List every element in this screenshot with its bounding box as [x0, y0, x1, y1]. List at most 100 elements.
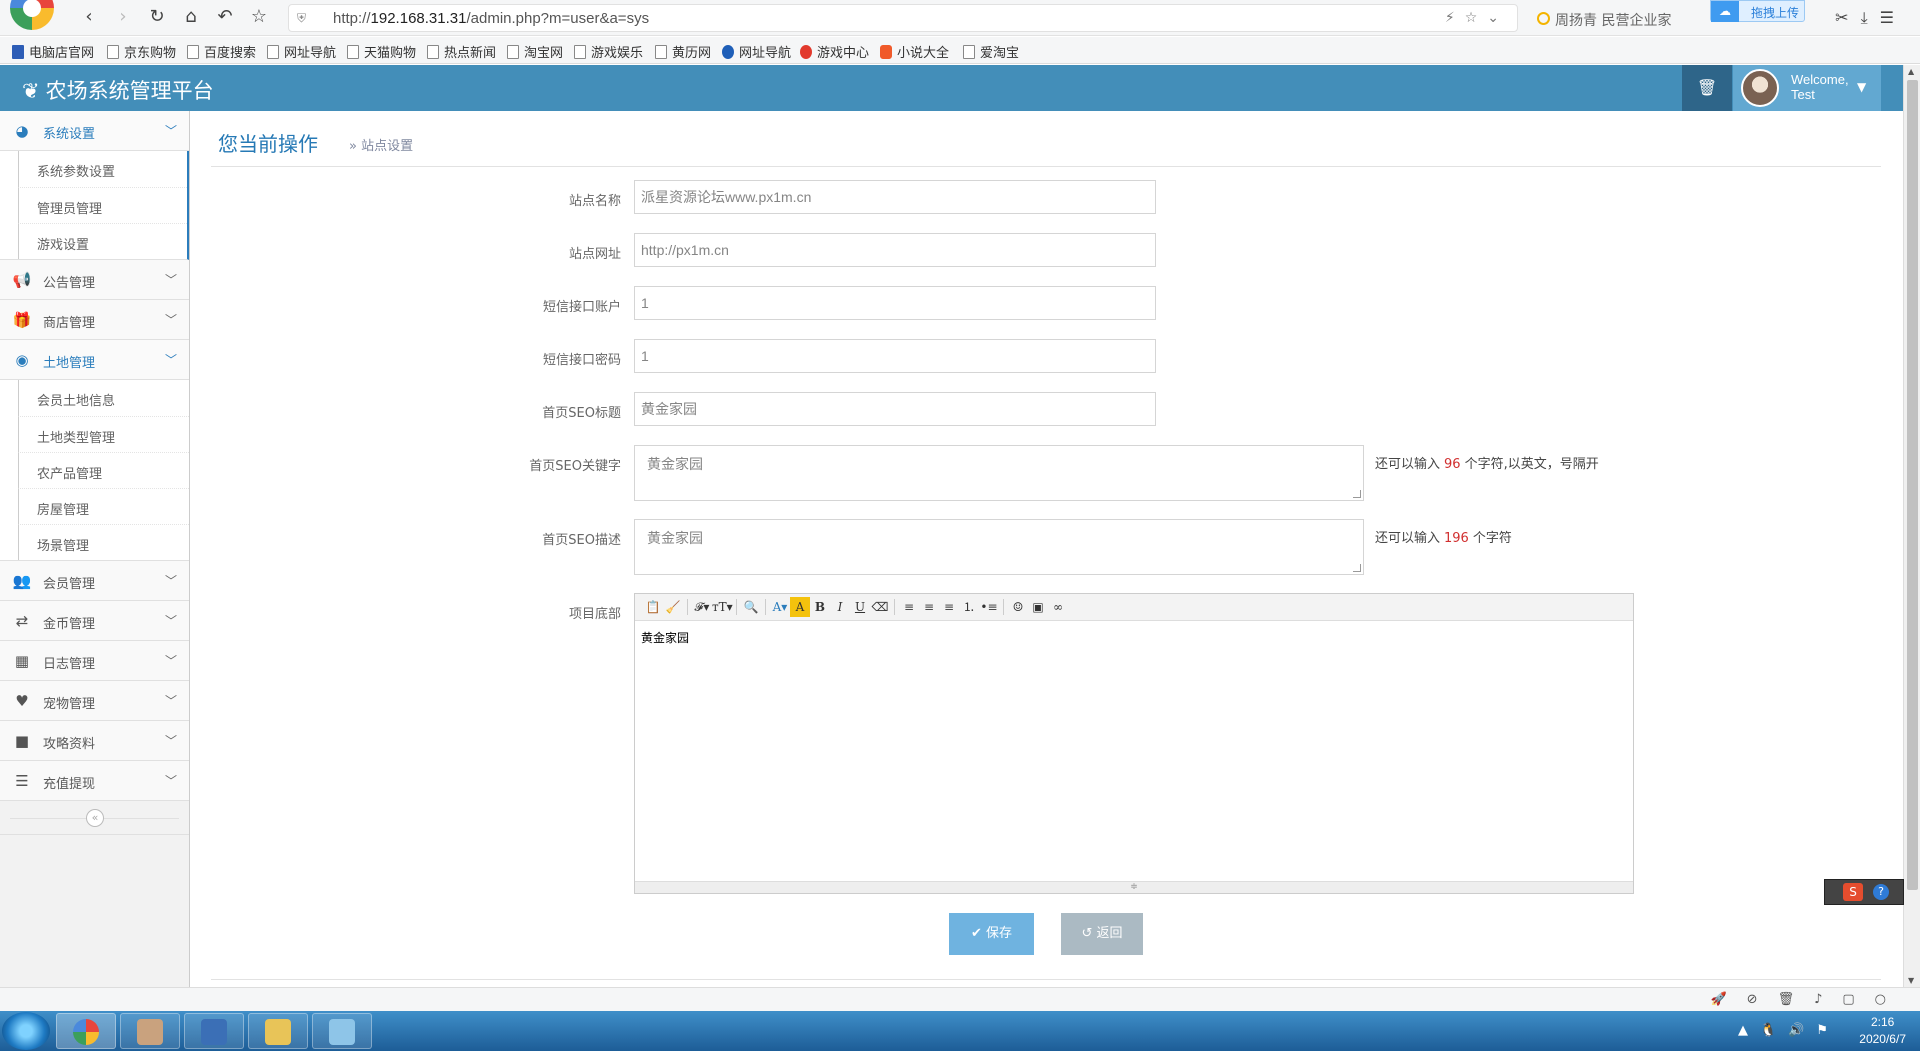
bookmark-item[interactable]: 网址导航	[722, 42, 791, 61]
site-name-input[interactable]	[634, 180, 1156, 214]
sidebar-subitem[interactable]: 农产品管理	[18, 452, 189, 488]
underline-icon[interactable]: U	[850, 597, 870, 617]
sms-password-input[interactable]	[634, 339, 1156, 373]
app-title[interactable]: ❦ 农场系统管理平台	[22, 75, 214, 105]
link-icon[interactable]: ∞	[1048, 597, 1068, 617]
font-size-icon[interactable]: ᴛT▾	[712, 597, 733, 617]
clear-format-icon[interactable]: 🧹	[663, 597, 683, 617]
resize-grip-icon[interactable]	[1353, 490, 1361, 498]
sidebar-subitem[interactable]: 游戏设置	[18, 223, 187, 259]
taskbar-app-explorer[interactable]	[248, 1013, 308, 1049]
browser-tools[interactable]: ✂⤓☰	[1835, 8, 1906, 28]
save-button[interactable]: ✔ 保存	[949, 913, 1034, 955]
sidebar-item-system-settings[interactable]: ◕ 系统设置 ﹀	[0, 111, 189, 151]
sidebar-item-land[interactable]: ◉ 土地管理 ﹀	[0, 340, 189, 380]
double-chevron-left-icon[interactable]: «	[86, 809, 104, 827]
taskbar-app-user[interactable]	[120, 1013, 180, 1049]
trash-icon[interactable]: 🗑	[1682, 65, 1732, 111]
scroll-up-icon[interactable]: ▲	[1908, 67, 1914, 76]
seo-description-textarea[interactable]: 黄金家园	[634, 519, 1364, 575]
sms-account-input[interactable]	[634, 286, 1156, 320]
ordered-list-icon[interactable]: ⒈	[959, 597, 979, 617]
back-arrow-icon[interactable]: ‹	[78, 6, 100, 28]
sms-password-label: 短信接口密码	[542, 353, 621, 368]
sidebar-item-recharge[interactable]: ☰ 充值提现 ﹀	[0, 761, 189, 801]
bookmark-item[interactable]: 天猫购物	[347, 42, 416, 61]
font-family-icon[interactable]: 𝓕▾	[692, 597, 712, 617]
bold-icon[interactable]: B	[810, 597, 830, 617]
highlight-icon[interactable]: A	[790, 597, 810, 617]
address-bar[interactable]: ⛨ http://192.168.31.31/admin.php?m=user&…	[288, 4, 1518, 32]
align-left-icon[interactable]: ≡	[899, 597, 919, 617]
italic-icon[interactable]: I	[830, 597, 850, 617]
bookmark-item[interactable]: 电脑店官网	[12, 42, 94, 61]
sidebar-item-label: 日志管理	[43, 657, 96, 672]
scroll-down-icon[interactable]: ▼	[1908, 976, 1914, 985]
sidebar-subitem[interactable]: 场景管理	[18, 524, 189, 560]
sidebar-item-coins[interactable]: ⇄ 金币管理 ﹀	[0, 601, 189, 641]
home-icon[interactable]: ⌂	[180, 6, 202, 28]
address-actions[interactable]: ⚡☆⌄	[1445, 10, 1509, 26]
bookmark-item[interactable]: 黄历网	[655, 42, 711, 61]
sidebar-item-shop[interactable]: 🎁 商店管理 ﹀	[0, 300, 189, 340]
eraser-icon[interactable]: ⌫	[870, 597, 890, 617]
chevron-down-icon: ﹀	[164, 353, 177, 367]
sidebar-item-logs[interactable]: ▦ 日志管理 ﹀	[0, 641, 189, 681]
sidebar-subitem[interactable]: 会员土地信息	[18, 380, 189, 416]
sidebar-item-members[interactable]: 👥 会员管理 ﹀	[0, 561, 189, 601]
bookmark-item[interactable]: 淘宝网	[507, 42, 563, 61]
sidebar-subitem[interactable]: 管理员管理	[18, 187, 187, 223]
sidebar-item-announcements[interactable]: 📢 公告管理 ﹀	[0, 260, 189, 300]
clock[interactable]: 2:16 2020/6/7	[1859, 1014, 1906, 1048]
editor-content[interactable]: 黄金家园	[635, 621, 1633, 881]
breadcrumb: 您当前操作 » 站点设置	[211, 111, 1881, 167]
upload-badge[interactable]: ☁ 拖拽上传	[1710, 0, 1805, 22]
bookmark-item[interactable]: 小说大全	[880, 42, 949, 61]
undo-icon[interactable]: ↶	[214, 6, 236, 28]
site-url-input[interactable]	[634, 233, 1156, 267]
star-icon[interactable]: ☆	[248, 6, 270, 28]
align-right-icon[interactable]: ≡	[939, 597, 959, 617]
bookmark-item[interactable]: 游戏娱乐	[574, 42, 643, 61]
browser-search-box[interactable]: 周扬青 民营企业家	[1525, 4, 1725, 32]
align-center-icon[interactable]: ≡	[919, 597, 939, 617]
unordered-list-icon[interactable]: •≡	[979, 597, 999, 617]
taskbar-browser[interactable]	[56, 1013, 116, 1049]
resize-grip-icon[interactable]	[1353, 564, 1361, 572]
sidebar-item-guides[interactable]: ■ 攻略资料 ﹀	[0, 721, 189, 761]
taskbar-app-computer[interactable]	[184, 1013, 244, 1049]
submenu-land: 会员土地信息 土地类型管理 农产品管理 房屋管理 场景管理	[0, 380, 189, 561]
bookmark-item[interactable]: 热点新闻	[427, 42, 496, 61]
seo-keywords-textarea[interactable]: 黄金家园	[634, 445, 1364, 501]
sidebar-item-label: 金币管理	[43, 617, 96, 632]
bookmark-item[interactable]: 百度搜索	[187, 42, 256, 61]
sidebar-subitem[interactable]: 房屋管理	[18, 488, 189, 524]
bookmark-item[interactable]: 网址导航	[267, 42, 336, 61]
bookmark-item[interactable]: 游戏中心	[800, 42, 869, 61]
start-button[interactable]	[2, 1012, 50, 1050]
page-scrollbar[interactable]: ▲ ▼	[1903, 65, 1920, 987]
forward-arrow-icon[interactable]: ›	[112, 6, 134, 28]
system-tray[interactable]: ▲🐧🔊⚑	[1738, 1023, 1840, 1038]
back-button[interactable]: ↺ 返回	[1061, 913, 1143, 955]
seo-description-label: 首页SEO描述	[542, 533, 621, 548]
ime-toolbar[interactable]: S ?	[1824, 879, 1904, 905]
bookmark-item[interactable]: 京东购物	[107, 42, 176, 61]
taskbar-app-notepad[interactable]	[312, 1013, 372, 1049]
editor-resize-handle[interactable]: ≑	[635, 881, 1633, 893]
image-icon[interactable]: ▣	[1028, 597, 1048, 617]
preview-icon[interactable]: 🔍	[741, 597, 761, 617]
seo-title-input[interactable]	[634, 392, 1156, 426]
sidebar-item-pets[interactable]: ♥ 宠物管理 ﹀	[0, 681, 189, 721]
bookmark-item[interactable]: 爱淘宝	[963, 42, 1019, 61]
font-color-icon[interactable]: A▾	[770, 597, 790, 617]
reload-icon[interactable]: ↻	[146, 6, 168, 28]
user-menu[interactable]: Welcome, Test ▼	[1733, 65, 1881, 111]
paste-icon[interactable]: 📋	[643, 597, 663, 617]
scroll-thumb[interactable]	[1907, 80, 1918, 890]
emoticon-icon[interactable]: ☺	[1008, 597, 1028, 617]
status-icons[interactable]: 🚀⊘🗑♪▢○	[1710, 992, 1906, 1007]
sidebar-subitem[interactable]: 系统参数设置	[18, 151, 187, 187]
sidebar-subitem[interactable]: 土地类型管理	[18, 416, 189, 452]
computer-icon	[201, 1019, 227, 1045]
